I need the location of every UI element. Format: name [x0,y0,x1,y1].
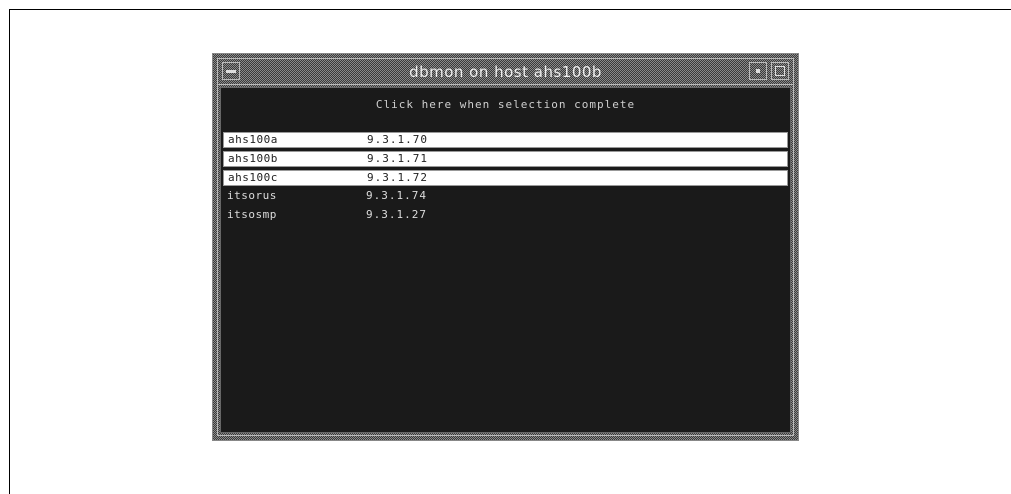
minimize-icon [756,69,760,73]
maximize-button[interactable] [771,62,789,80]
host-name: itsorus [227,189,277,202]
host-row[interactable]: ahs100a 9.3.1.70 [223,132,788,148]
host-name: ahs100a [228,133,278,146]
minimize-button[interactable] [749,62,767,80]
client-area: Click here when selection complete ahs10… [220,87,791,433]
selection-complete-button[interactable]: Click here when selection complete [221,98,790,111]
host-row[interactable]: itsorus 9.3.1.74 [223,189,788,205]
title-bar[interactable]: dbmon on host ahs100b [218,59,793,85]
host-ip: 9.3.1.72 [367,171,428,184]
host-name: ahs100b [228,152,278,165]
dbmon-window: dbmon on host ahs100b Click here when se… [212,53,799,441]
host-ip: 9.3.1.70 [367,133,428,146]
host-list: ahs100a 9.3.1.70 ahs100b 9.3.1.71 ahs100… [223,132,788,227]
page-frame-top [9,9,1011,10]
host-row[interactable]: ahs100b 9.3.1.71 [223,151,788,167]
host-name: itsosmp [227,208,277,221]
window-title: dbmon on host ahs100b [409,63,602,81]
host-row[interactable]: ahs100c 9.3.1.72 [223,170,788,186]
host-ip: 9.3.1.27 [366,208,427,221]
page-frame-left [9,9,10,494]
host-row[interactable]: itsosmp 9.3.1.27 [223,208,788,224]
host-ip: 9.3.1.74 [366,189,427,202]
host-name: ahs100c [228,171,278,184]
host-ip: 9.3.1.71 [367,152,428,165]
maximize-icon [775,66,785,76]
